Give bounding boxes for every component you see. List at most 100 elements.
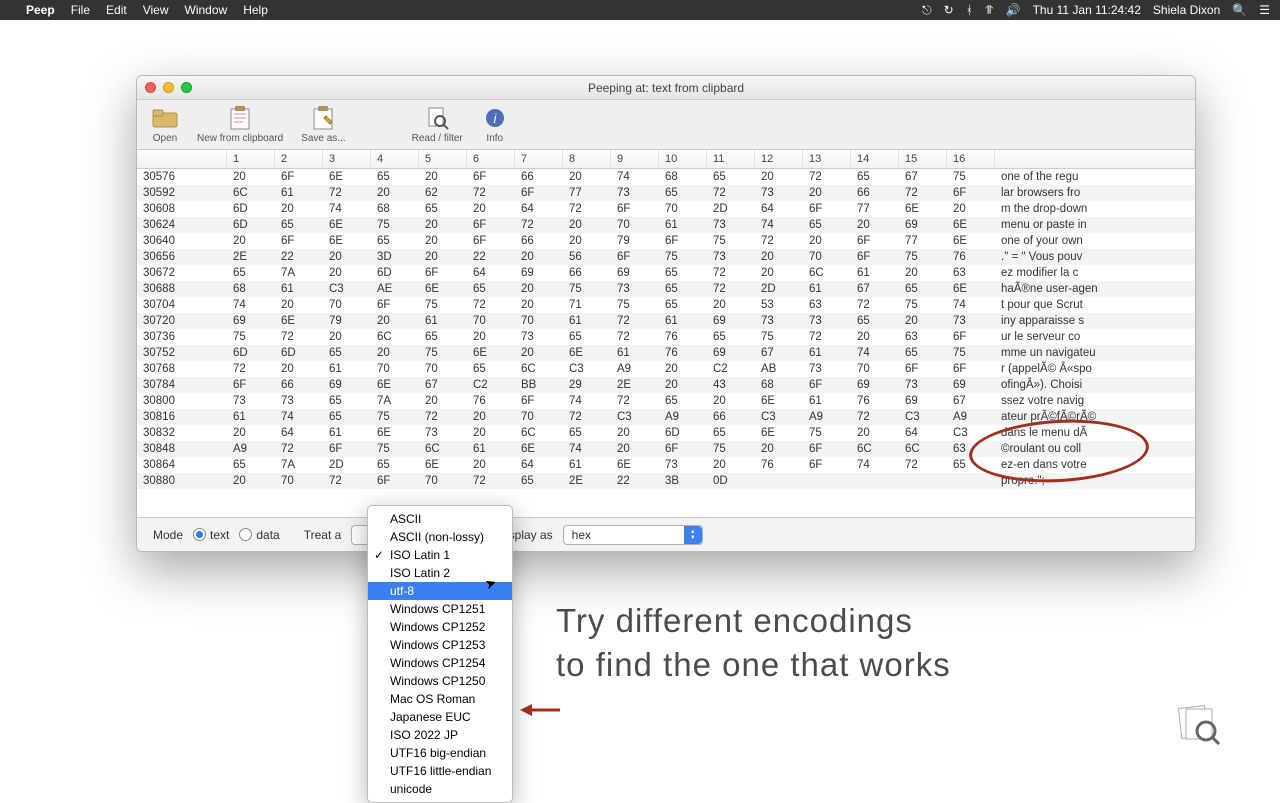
encoding-option[interactable]: Windows CP1250 xyxy=(368,672,512,690)
notification-center-icon[interactable]: ☰ xyxy=(1259,3,1270,17)
hex-cell: 6F xyxy=(851,249,899,265)
hex-cell: 20 xyxy=(419,249,467,265)
column-header[interactable]: 6 xyxy=(467,150,515,168)
column-header[interactable] xyxy=(995,150,1195,168)
hex-cell: 20 xyxy=(275,297,323,313)
table-row[interactable]: 306246D656E75206F7220706173746520696Emen… xyxy=(137,217,1195,233)
clock[interactable]: Thu 11 Jan 11:24:42 xyxy=(1033,3,1141,17)
minimize-button[interactable] xyxy=(163,82,174,93)
ascii-cell: t pour que Scrut xyxy=(995,297,1195,313)
table-row[interactable]: 307687220617070656CC3A920C2AB73706F6Fr (… xyxy=(137,361,1195,377)
table-row[interactable]: 30640206F6E65206F6620796F7572206F776E on… xyxy=(137,233,1195,249)
display-as-select[interactable]: hex▲▼ xyxy=(563,525,703,545)
menu-edit[interactable]: Edit xyxy=(106,3,127,17)
spotlight-icon[interactable]: 🔍 xyxy=(1232,3,1247,17)
hex-cell: 6C xyxy=(515,361,563,377)
table-row[interactable]: 306886861C3AE6E6520757365722D6167656EhaÃ… xyxy=(137,281,1195,297)
encoding-option[interactable]: ISO Latin 1 xyxy=(368,546,512,564)
hex-cell: 61 xyxy=(323,361,371,377)
menu-app[interactable]: Peep xyxy=(26,3,55,17)
hex-cell: 20 xyxy=(419,169,467,185)
column-header[interactable]: 14 xyxy=(851,150,899,168)
column-header[interactable]: 7 xyxy=(515,150,563,168)
hex-cell: 72 xyxy=(467,297,515,313)
encoding-option[interactable]: ASCII xyxy=(368,510,512,528)
hex-cell: 74 xyxy=(275,409,323,425)
column-header[interactable]: 5 xyxy=(419,150,467,168)
save-as-button[interactable]: Save as... xyxy=(301,105,345,144)
encoding-option[interactable]: Windows CP1252 xyxy=(368,618,512,636)
hex-cell: 6F xyxy=(419,265,467,281)
table-row[interactable]: 308007373657A20766F747265206E61766967sse… xyxy=(137,393,1195,409)
hex-cell: 72 xyxy=(515,217,563,233)
encoding-option[interactable]: Japanese EUC xyxy=(368,708,512,726)
new-from-clipboard-button[interactable]: New from clipboard xyxy=(197,105,283,144)
titlebar[interactable]: Peeping at: text from clipbard xyxy=(137,76,1195,100)
timemachine-icon[interactable]: ↻ xyxy=(944,3,954,17)
table-row[interactable]: 307367572206C65207365727665757220636Fur … xyxy=(137,329,1195,345)
hex-cell: 20 xyxy=(899,265,947,281)
hex-cell: 75 xyxy=(803,425,851,441)
mode-text-radio[interactable]: text xyxy=(193,528,229,542)
column-header[interactable]: 2 xyxy=(275,150,323,168)
table-row[interactable]: 307047420706F757220717565205363727574t p… xyxy=(137,297,1195,313)
column-header[interactable]: 12 xyxy=(755,150,803,168)
column-header[interactable]: 8 xyxy=(563,150,611,168)
encoding-option[interactable]: UTF16 big-endian xyxy=(368,744,512,762)
column-header[interactable]: 13 xyxy=(803,150,851,168)
column-header[interactable]: 16 xyxy=(947,150,995,168)
column-header[interactable]: 1 xyxy=(227,150,275,168)
table-row[interactable]: 30672657A206D6F646966696572206C612063ez … xyxy=(137,265,1195,281)
column-header[interactable] xyxy=(137,150,227,168)
encoding-option[interactable]: Windows CP1253 xyxy=(368,636,512,654)
close-button[interactable] xyxy=(145,82,156,93)
column-header[interactable]: 10 xyxy=(659,150,707,168)
bluetooth-icon[interactable]: ᚼ xyxy=(966,3,973,17)
table-row[interactable]: 307526D6D6520756E206E6176696761746575mme… xyxy=(137,345,1195,361)
volume-icon[interactable]: 🔊 xyxy=(1006,3,1021,17)
info-button[interactable]: i Info xyxy=(481,105,509,144)
table-row[interactable]: 307846F66696E67C2BB292E2043686F697369ofi… xyxy=(137,377,1195,393)
menu-file[interactable]: File xyxy=(71,3,90,17)
encoding-option[interactable]: UTF16 little-endian xyxy=(368,762,512,780)
hex-cell: 73 xyxy=(227,393,275,409)
hex-cell: 6E xyxy=(467,345,515,361)
hex-cell: 65 xyxy=(227,265,275,281)
user-name[interactable]: Shiela Dixon xyxy=(1153,3,1220,17)
menu-view[interactable]: View xyxy=(143,3,169,17)
menu-help[interactable]: Help xyxy=(243,3,268,17)
table-row[interactable]: 306562E22203D202220566F757320706F7576." … xyxy=(137,249,1195,265)
status-icon[interactable]: ⎋ xyxy=(922,3,932,18)
table-row[interactable]: 30576206F6E65206F66207468652072656775 on… xyxy=(137,169,1195,185)
wifi-icon[interactable]: ⥣ xyxy=(985,3,994,18)
encoding-option[interactable]: Mac OS Roman xyxy=(368,690,512,708)
encoding-option[interactable]: unicode xyxy=(368,780,512,798)
hex-cell xyxy=(803,473,851,489)
encoding-option[interactable]: ISO 2022 JP xyxy=(368,726,512,744)
hex-cell: 20 xyxy=(467,457,515,473)
hex-cell: 61 xyxy=(563,313,611,329)
column-header[interactable]: 3 xyxy=(323,150,371,168)
hex-cell: 20 xyxy=(707,297,755,313)
hex-cell: 70 xyxy=(323,297,371,313)
encoding-dropdown[interactable]: ASCIIASCII (non-lossy)ISO Latin 1ISO Lat… xyxy=(367,505,513,803)
table-row[interactable]: 306086D207468652064726F702D646F776E20m t… xyxy=(137,201,1195,217)
encoding-option[interactable]: Windows CP1254 xyxy=(368,654,512,672)
mode-data-radio[interactable]: data xyxy=(239,528,279,542)
open-button[interactable]: Open xyxy=(151,105,179,144)
menu-window[interactable]: Window xyxy=(185,3,228,17)
encoding-option[interactable]: ASCII (non-lossy) xyxy=(368,528,512,546)
column-header[interactable]: 4 xyxy=(371,150,419,168)
zoom-button[interactable] xyxy=(181,82,192,93)
hex-cell: 61 xyxy=(275,185,323,201)
column-header[interactable]: 15 xyxy=(899,150,947,168)
column-header[interactable]: 11 xyxy=(707,150,755,168)
read-filter-button[interactable]: Read / filter xyxy=(412,105,463,144)
encoding-option[interactable]: Windows CP1251 xyxy=(368,600,512,618)
hex-cell: 6C xyxy=(899,441,947,457)
column-header[interactable]: 9 xyxy=(611,150,659,168)
table-row[interactable]: 30720696E7920617070617261697373652073iny… xyxy=(137,313,1195,329)
preview-app-icon xyxy=(1176,701,1220,745)
hex-cell: 76 xyxy=(947,249,995,265)
table-row[interactable]: 305926C61722062726F77736572732066726Flar… xyxy=(137,185,1195,201)
